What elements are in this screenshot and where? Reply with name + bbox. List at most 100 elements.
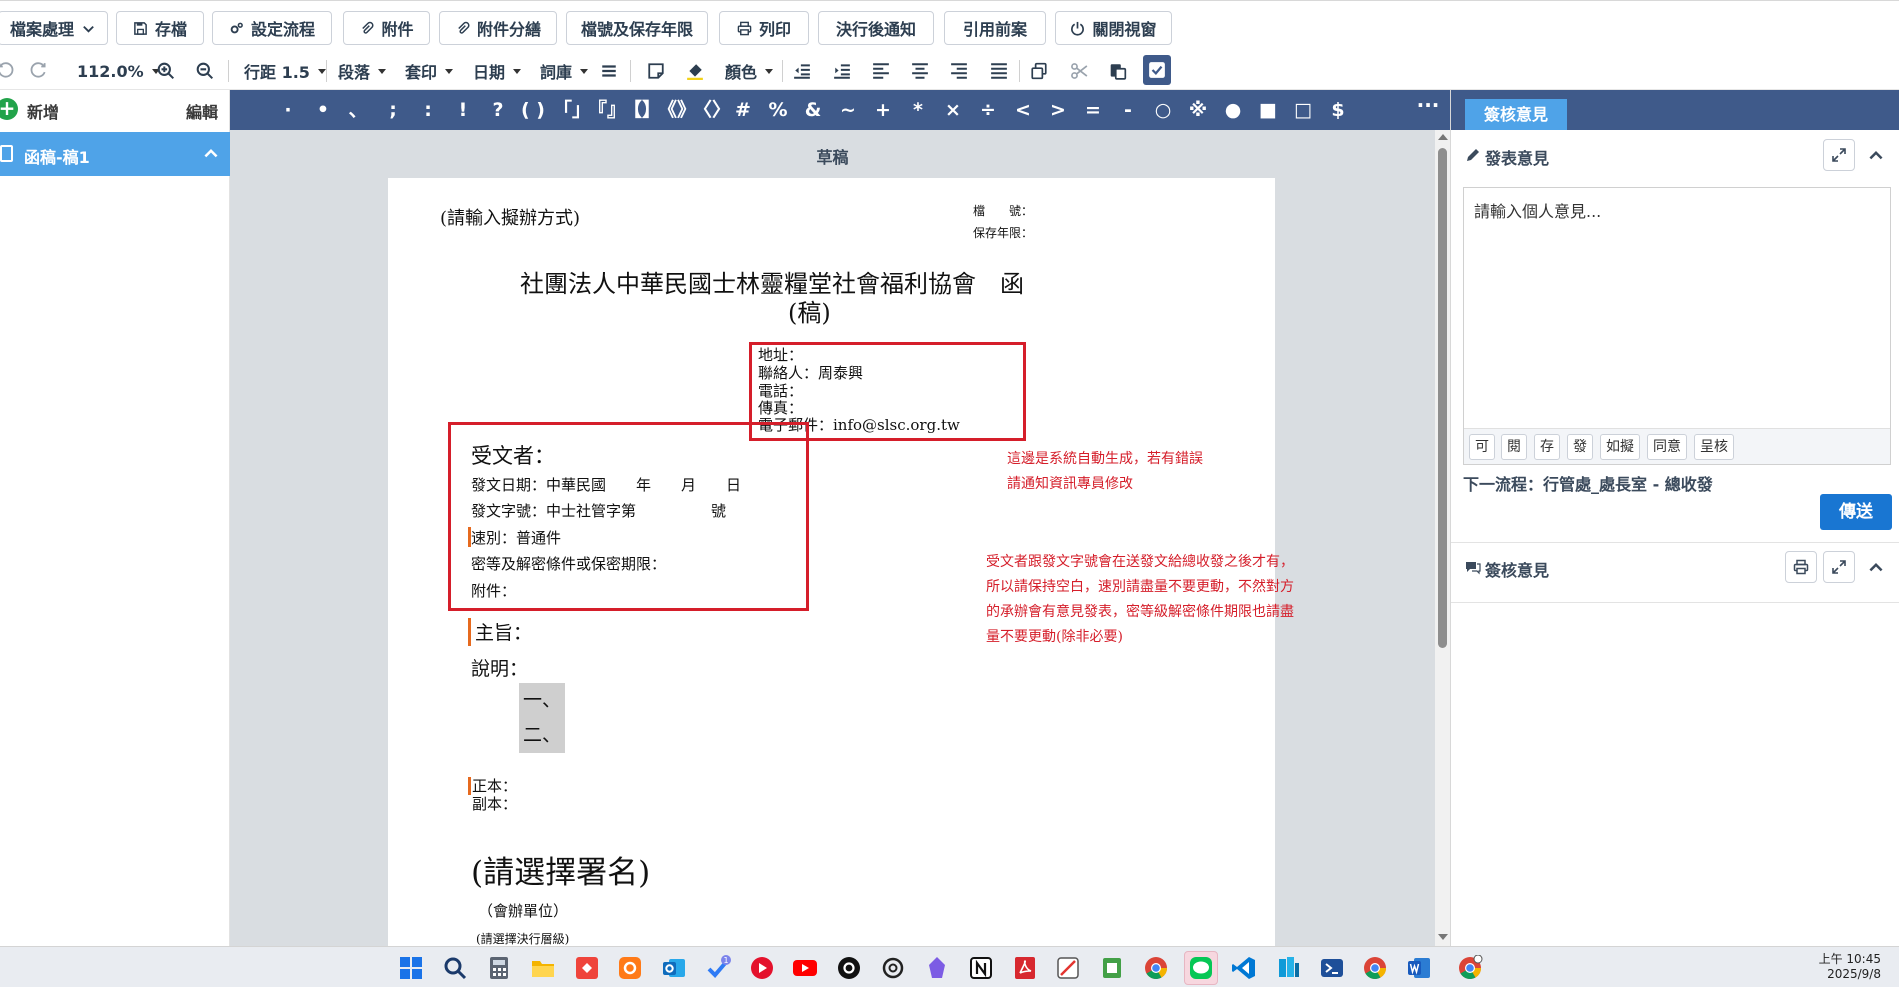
explanation-item-1[interactable]: 一、 <box>519 683 566 718</box>
file-explorer-icon[interactable] <box>530 955 556 981</box>
symbol-button[interactable]: 、 <box>343 98 373 122</box>
system-clock[interactable]: 上午 10:45 2025/9/8 <box>1819 952 1881 982</box>
chatgpt-icon[interactable] <box>880 955 906 981</box>
color-dropdown[interactable]: 顏色 <box>725 57 774 85</box>
line-spacing-dropdown[interactable]: 行距 1.5 <box>244 57 326 85</box>
attachments-field[interactable]: 附件： <box>471 580 516 601</box>
symbol-button[interactable]: ; <box>378 98 408 122</box>
symbol-button[interactable]: 【】 <box>623 98 661 122</box>
scroll-down-arrow-icon[interactable] <box>1438 934 1448 940</box>
symbol-button[interactable]: ● <box>1218 98 1248 122</box>
edit-button[interactable]: 編輯 <box>186 99 218 123</box>
copy-format-icon[interactable] <box>1028 60 1050 82</box>
undo-icon[interactable] <box>0 60 16 82</box>
align-left-icon[interactable] <box>870 60 892 82</box>
close-window-button[interactable]: 關閉視窗 <box>1055 11 1172 45</box>
quick-phrase-button[interactable]: 閱 <box>1501 434 1527 460</box>
exec-level-prompt[interactable]: (請選擇決行層級) <box>476 930 569 946</box>
stamp-dropdown[interactable]: 套印 <box>405 57 454 85</box>
symbol-button[interactable]: = <box>1078 98 1108 122</box>
chrome-icon[interactable] <box>1143 955 1169 981</box>
youtube-icon[interactable] <box>792 955 818 981</box>
quick-phrase-button[interactable]: 發 <box>1567 434 1593 460</box>
explanation-item-2[interactable]: 二、 <box>519 718 566 753</box>
pdf-reader-icon[interactable] <box>1012 955 1038 981</box>
symbol-button[interactable]: · <box>273 98 303 122</box>
symbol-button[interactable]: × <box>938 98 968 122</box>
symbol-button[interactable]: ~ <box>833 98 863 122</box>
symbol-button[interactable]: ? <box>483 98 513 122</box>
symbol-button[interactable]: 『』 <box>588 98 626 122</box>
symbol-button[interactable]: - <box>1113 98 1143 122</box>
method-prompt[interactable]: (請輸入擬辦方式) <box>440 204 580 230</box>
notify-after-button[interactable]: 決行後通知 <box>818 11 934 45</box>
quick-phrase-button[interactable]: 同意 <box>1647 434 1687 460</box>
attachment-button[interactable]: 附件 <box>343 11 430 45</box>
indent-increase-icon[interactable] <box>831 60 853 82</box>
add-button[interactable]: 新增 <box>27 99 59 123</box>
speed-field[interactable]: 速別：普通件 <box>471 527 561 548</box>
quick-phrase-button[interactable]: 可 <box>1469 434 1495 460</box>
signature-prompt[interactable]: (請選擇署名) <box>471 847 650 892</box>
secrecy-field[interactable]: 密等及解密條件或保密期限： <box>471 553 666 574</box>
draft-item[interactable]: 函稿-稿1 <box>0 132 230 176</box>
highlighter-icon[interactable] <box>684 60 706 82</box>
anydesk-icon[interactable] <box>574 955 600 981</box>
windows-start-icon[interactable] <box>398 955 424 981</box>
document-page[interactable]: (請輸入擬辦方式) 檔 號： 保存年限： 社團法人中華民國士林靈糧堂社會福利協會… <box>388 178 1294 946</box>
spellcheck-button[interactable] <box>1143 55 1171 85</box>
zoom-in-icon[interactable] <box>155 60 177 82</box>
symbol-button[interactable]: ( ) <box>518 98 548 122</box>
scroll-up-arrow-icon[interactable] <box>1438 134 1448 140</box>
quick-phrase-button[interactable]: 呈核 <box>1694 434 1734 460</box>
issue-number-field[interactable]: 發文字號：中士社管字第 號 <box>471 500 726 521</box>
cite-case-button[interactable]: 引用前案 <box>944 11 1046 45</box>
line-app-icon[interactable] <box>1188 955 1214 981</box>
chrome-icon[interactable] <box>1362 955 1388 981</box>
puzzle-app-icon[interactable] <box>617 955 643 981</box>
quick-phrase-button[interactable]: 如擬 <box>1600 434 1640 460</box>
powershell-icon[interactable] <box>1319 955 1345 981</box>
attachment-split-button[interactable]: 附件分繕 <box>439 11 557 45</box>
symbol-button[interactable]: ÷ <box>973 98 1003 122</box>
symbol-button[interactable]: > <box>1043 98 1073 122</box>
scroll-thumb[interactable] <box>1438 148 1447 648</box>
zoom-dropdown[interactable]: 112.0% <box>77 57 160 85</box>
align-right-icon[interactable] <box>948 60 970 82</box>
redo-icon[interactable] <box>28 60 50 82</box>
align-justify-icon[interactable] <box>988 60 1010 82</box>
chevron-up-icon[interactable] <box>1867 146 1885 164</box>
recipient-field[interactable]: 受文者： <box>471 440 555 470</box>
symbol-button[interactable]: ※ <box>1183 98 1213 122</box>
notion-icon[interactable] <box>968 955 994 981</box>
symbol-button[interactable]: # <box>728 98 758 122</box>
vscode-icon[interactable] <box>1231 955 1257 981</box>
date-dropdown[interactable]: 日期 <box>473 57 522 85</box>
chevron-up-icon[interactable] <box>1867 558 1885 576</box>
file-menu-dropdown[interactable]: 檔案處理 <box>0 11 108 45</box>
phrases-dropdown[interactable]: 詞庫 <box>540 57 589 85</box>
paste-icon[interactable] <box>1107 60 1129 82</box>
word-icon[interactable] <box>1406 955 1432 981</box>
zoom-out-icon[interactable] <box>194 60 216 82</box>
explanation-field[interactable]: 說明： <box>471 654 528 681</box>
snipping-tool-icon[interactable] <box>1055 955 1081 981</box>
main-copy-field[interactable]: 正本： <box>472 777 517 795</box>
expand-button[interactable] <box>1823 139 1855 171</box>
expand-button[interactable] <box>1823 551 1855 583</box>
align-center-icon[interactable] <box>909 60 931 82</box>
search-icon[interactable] <box>442 955 468 981</box>
chrome-profile-icon[interactable] <box>1457 955 1483 981</box>
print-opinions-button[interactable] <box>1785 551 1817 583</box>
symbol-button[interactable]: $ <box>1323 98 1353 122</box>
save-button[interactable]: 存檔 <box>116 11 204 45</box>
obsidian-icon[interactable] <box>924 955 950 981</box>
indent-decrease-icon[interactable] <box>791 60 813 82</box>
opinion-textarea[interactable]: 請輸入個人意見... 可 閱 存 發 如擬 同意 呈核 <box>1463 187 1891 465</box>
symbol-button[interactable]: 「」 <box>553 98 591 122</box>
editor-scrollbar[interactable] <box>1435 130 1450 946</box>
quick-phrase-button[interactable]: 存 <box>1534 434 1560 460</box>
threads-icon[interactable] <box>836 955 862 981</box>
plus-circle-icon[interactable]: + <box>0 98 18 120</box>
file-tool-icon[interactable] <box>1099 955 1125 981</box>
